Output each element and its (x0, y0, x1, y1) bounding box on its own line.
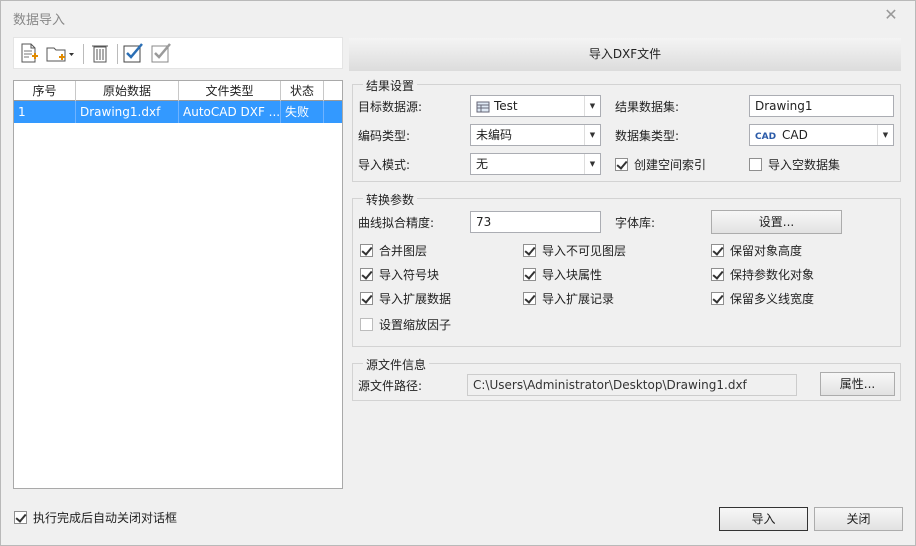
keep-polyline-width-label: 保留多义线宽度 (730, 292, 815, 306)
set-scale-factor-label: 设置缩放因子 (379, 318, 452, 332)
import-invisible-layers-checkbox[interactable] (523, 244, 536, 257)
keep-parametric-objects-label: 保持参数化对象 (730, 268, 815, 282)
keep-object-height-checkbox[interactable] (711, 244, 724, 257)
group-title: 源文件信息 (363, 356, 430, 373)
close-icon[interactable]: ✕ (883, 7, 899, 23)
import-symbol-blocks-label: 导入符号块 (379, 268, 440, 282)
chevron-down-icon[interactable]: ▼ (584, 96, 600, 116)
import-mode-label: 导入模式: (358, 158, 411, 172)
toolbar-separator (83, 44, 84, 64)
merge-layers-checkbox[interactable] (360, 244, 373, 257)
source-path-label: 源文件路径: (358, 379, 423, 393)
chevron-down-icon[interactable]: ▼ (584, 154, 600, 174)
import-mode-value: 无 (476, 157, 489, 171)
import-button[interactable]: 导入 (719, 507, 808, 531)
import-mode-combo[interactable]: 无 ▼ (470, 153, 601, 175)
import-invisible-layers-label: 导入不可见图层 (542, 244, 627, 258)
cad-icon: CAD (755, 132, 777, 142)
datasource-icon (476, 100, 490, 114)
font-library-label: 字体库: (615, 216, 656, 230)
dataset-type-value: CAD (782, 128, 808, 142)
create-spatial-index-label: 创建空间索引 (634, 158, 707, 172)
chevron-down-icon[interactable]: ▼ (877, 125, 893, 145)
select-all-icon[interactable] (122, 42, 144, 64)
group-title: 结果设置 (363, 77, 418, 94)
target-datasource-combo[interactable]: Test ▼ (470, 95, 601, 117)
import-extended-data-checkbox[interactable] (360, 292, 373, 305)
file-list: 序号 原始数据 文件类型 状态 1 Drawing1.dxf AutoCAD D… (13, 80, 343, 489)
encoding-type-combo[interactable]: 未编码 ▼ (470, 124, 601, 146)
row-type: AutoCAD DXF ... (179, 101, 281, 123)
column-header-source[interactable]: 原始数据 (76, 81, 179, 101)
row-index: 1 (14, 101, 76, 123)
invert-select-icon[interactable] (150, 42, 172, 64)
auto-close-checkbox[interactable] (14, 511, 27, 524)
import-block-attributes-label: 导入块属性 (542, 268, 603, 282)
dataset-type-label: 数据集类型: (615, 129, 680, 143)
properties-button[interactable]: 属性... (820, 372, 895, 396)
import-dialog: 数据导入 ✕ 序号 原始数据 文件类型 状态 1 Drawing1.dxf Au… (0, 0, 916, 546)
row-source: Drawing1.dxf (76, 101, 179, 123)
panel-banner: 导入DXF文件 (349, 38, 901, 71)
column-header-type[interactable]: 文件类型 (179, 81, 281, 101)
window-title: 数据导入 (13, 13, 66, 28)
encoding-type-label: 编码类型: (358, 129, 411, 143)
import-extended-data-label: 导入扩展数据 (379, 292, 452, 306)
import-empty-dataset-checkbox[interactable] (749, 158, 762, 171)
font-settings-button[interactable]: 设置... (711, 210, 842, 234)
column-header-status[interactable]: 状态 (281, 81, 324, 101)
set-scale-factor-checkbox[interactable] (360, 318, 373, 331)
source-path-field: C:\Users\Administrator\Desktop\Drawing1.… (467, 374, 797, 396)
file-list-header: 序号 原始数据 文件类型 状态 (14, 81, 342, 101)
encoding-type-value: 未编码 (476, 128, 513, 142)
target-datasource-label: 目标数据源: (358, 100, 423, 114)
row-status: 失败 (281, 101, 324, 123)
toolbar (13, 37, 343, 69)
chevron-down-icon[interactable]: ▼ (584, 125, 600, 145)
auto-close-label: 执行完成后自动关闭对话框 (33, 511, 178, 525)
table-row[interactable]: 1 Drawing1.dxf AutoCAD DXF ... 失败 (14, 101, 342, 123)
add-folder-icon[interactable] (45, 42, 77, 64)
toolbar-separator (117, 44, 118, 64)
curve-precision-label: 曲线拟合精度: (358, 216, 435, 230)
import-symbol-blocks-checkbox[interactable] (360, 268, 373, 281)
merge-layers-label: 合并图层 (379, 244, 428, 258)
import-extended-records-label: 导入扩展记录 (542, 292, 615, 306)
import-extended-records-checkbox[interactable] (523, 292, 536, 305)
group-title: 转换参数 (363, 191, 418, 208)
create-spatial-index-checkbox[interactable] (615, 158, 628, 171)
import-block-attributes-checkbox[interactable] (523, 268, 536, 281)
import-empty-dataset-label: 导入空数据集 (768, 158, 841, 172)
add-file-icon[interactable] (18, 42, 40, 64)
keep-parametric-objects-checkbox[interactable] (711, 268, 724, 281)
keep-polyline-width-checkbox[interactable] (711, 292, 724, 305)
dataset-type-combo[interactable]: CAD CAD ▼ (749, 124, 894, 146)
curve-precision-input[interactable]: 73 (470, 211, 601, 233)
column-header-index[interactable]: 序号 (14, 81, 76, 101)
result-dataset-label: 结果数据集: (615, 100, 680, 114)
target-datasource-value: Test (494, 99, 518, 113)
keep-object-height-label: 保留对象高度 (730, 244, 803, 258)
close-button[interactable]: 关闭 (814, 507, 903, 531)
delete-icon[interactable] (89, 42, 111, 64)
result-dataset-input[interactable]: Drawing1 (749, 95, 894, 117)
